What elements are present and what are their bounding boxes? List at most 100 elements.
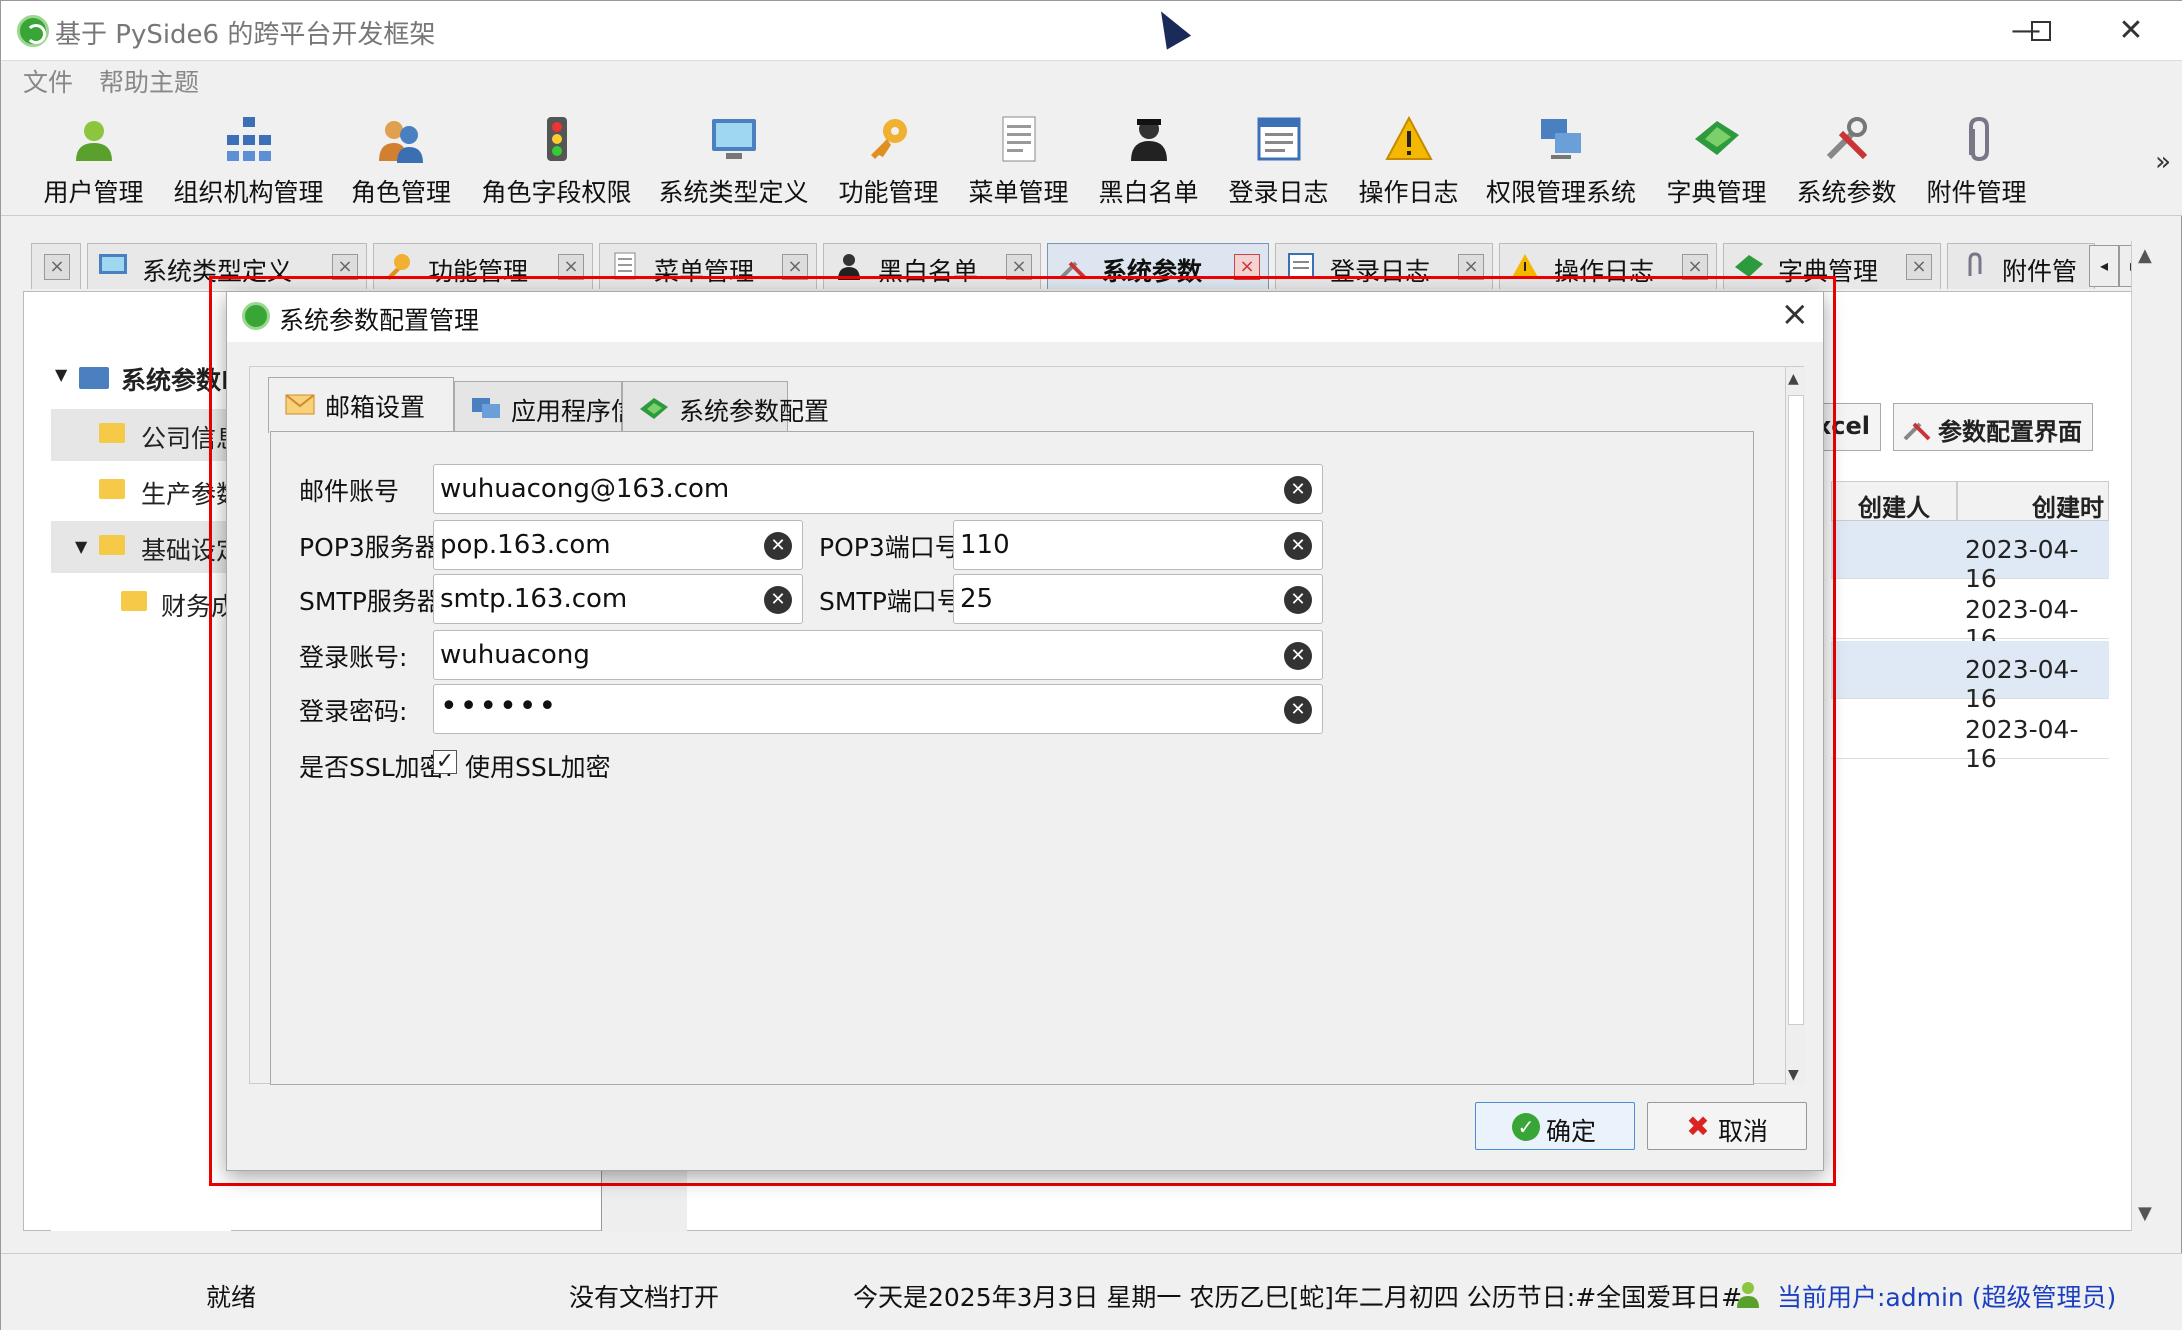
paperclip-icon	[1968, 252, 1982, 276]
pop3-server-label: POP3服务器:	[299, 533, 449, 562]
check-icon: ✓	[1512, 1113, 1540, 1141]
toolbar-permission-system[interactable]: 权限管理系统	[1481, 109, 1641, 209]
warning-icon	[1384, 115, 1433, 160]
app-logo-icon	[242, 302, 270, 330]
toolbar-blacklist[interactable]: 黑白名单	[1091, 109, 1206, 209]
login-password-input[interactable]: •••••• ✕	[433, 684, 1323, 734]
folder-icon	[99, 479, 125, 499]
toolbar-system-params[interactable]: 系统参数	[1789, 109, 1904, 209]
ssl-label: 是否SSL加密:	[299, 753, 454, 782]
pop3-port-label: POP3端口号:	[819, 533, 969, 562]
pop3-server-input[interactable]: pop.163.com ✕	[433, 520, 803, 570]
scroll-down-icon[interactable]: ▼	[2138, 1203, 2152, 1224]
clear-icon[interactable]: ✕	[1284, 642, 1312, 670]
param-config-button[interactable]: 参数配置界面	[1893, 403, 2093, 451]
folder-icon	[99, 535, 125, 555]
column-header-created-time[interactable]: 创建时	[1957, 481, 2109, 522]
user-icon	[1737, 1282, 1759, 1308]
toolbar-user-management[interactable]: 用户管理	[36, 109, 151, 209]
scroll-up-icon[interactable]: ▲	[2138, 245, 2152, 266]
menu-doc-icon	[1002, 116, 1035, 162]
scroll-down-icon[interactable]: ▼	[1788, 1067, 1799, 1083]
toolbar-overflow-icon[interactable]: »	[2155, 147, 2171, 177]
toolbar-org-management[interactable]: 组织机构管理	[171, 109, 326, 209]
table-cell	[1831, 701, 1957, 759]
ssl-checkbox[interactable]: ✓	[433, 750, 457, 774]
main-vertical-scrollbar[interactable]: ▲ ▼	[2131, 241, 2161, 1231]
maximize-button[interactable]	[2011, 9, 2071, 53]
toolbar-menu-management[interactable]: 菜单管理	[961, 109, 1076, 209]
smtp-port-input[interactable]: 25 ✕	[953, 574, 1323, 624]
tab-app-info[interactable]: 应用程序信息	[454, 381, 661, 433]
toolbar-attachment[interactable]: 附件管理	[1919, 109, 2034, 209]
menu-help[interactable]: 帮助主题	[99, 63, 199, 99]
clear-icon[interactable]: ✕	[1284, 532, 1312, 560]
tab-partial[interactable]: ×	[31, 243, 81, 289]
org-chart-icon	[226, 117, 271, 161]
pop3-port-input[interactable]: 110 ✕	[953, 520, 1323, 570]
clear-icon[interactable]: ✕	[764, 532, 792, 560]
toolbar-role-management[interactable]: 角色管理	[346, 109, 456, 209]
tab-system-param-config[interactable]: 系统参数配置	[622, 381, 829, 433]
clear-icon[interactable]: ✕	[764, 586, 792, 614]
folder-icon	[99, 423, 125, 443]
menu-file[interactable]: 文件	[23, 63, 73, 99]
status-ready: 就绪	[206, 1283, 257, 1312]
tab-attachment[interactable]: 附件管	[1947, 243, 2095, 289]
tree-root[interactable]: ▼ 系统参数E	[51, 351, 238, 403]
close-window-button[interactable]: ✕	[2101, 9, 2161, 53]
table-cell: 2023-04-16	[1957, 521, 2109, 593]
email-input[interactable]: wuhuacong@163.com ✕	[433, 464, 1323, 514]
dialog-title-bar: 系统参数配置管理 ×	[227, 292, 1823, 342]
dialog-body: 邮箱设置 应用程序信息 系统参数配置 邮件账号 wuhuacong@163.co…	[249, 366, 1805, 1085]
param-tree: ▼ 系统参数E 公司信息 生产参数 ▼ 基础设定 财务成	[51, 331, 241, 1231]
table-cell	[1831, 641, 1957, 699]
toolbar-operation-log[interactable]: 操作日志	[1351, 109, 1466, 209]
cancel-button[interactable]: ✖ 取消	[1647, 1102, 1807, 1150]
folder-blue-icon	[79, 367, 109, 389]
status-current-user[interactable]: 当前用户:admin (超级管理员)	[1777, 1278, 2116, 1314]
tab-mail-settings[interactable]: 邮箱设置	[268, 377, 454, 433]
scrollbar-thumb[interactable]	[1788, 395, 1804, 1025]
x-icon: ✖	[1686, 1110, 1710, 1143]
book-icon	[640, 398, 668, 419]
tab-close-icon[interactable]: ×	[44, 254, 70, 280]
smtp-server-label: SMTP服务器:	[299, 587, 451, 616]
network-icon	[472, 398, 500, 418]
app-logo-icon	[17, 15, 49, 47]
tree-item-production[interactable]: 生产参数	[51, 465, 241, 517]
status-date: 今天是2025年3月3日 星期一 农历乙巳[蛇]年二月初四 公历节日:#全国爱耳…	[853, 1283, 1743, 1312]
table-cell: 2023-04-16	[1957, 581, 2109, 653]
clear-icon[interactable]: ✕	[1284, 586, 1312, 614]
main-window: 基于 PySide6 的跨平台开发框架 — ✕ 文件 帮助主题 用户管理 组织机…	[0, 0, 2182, 1330]
column-header-creator[interactable]: 创建人	[1831, 481, 1957, 522]
title-bar: 基于 PySide6 的跨平台开发框架 — ✕	[1, 1, 2182, 61]
user-icon	[75, 121, 112, 161]
tree-item-finance[interactable]: 财务成	[51, 577, 236, 629]
smtp-server-input[interactable]: smtp.163.com ✕	[433, 574, 803, 624]
ssl-checkbox-label[interactable]: 使用SSL加密	[465, 748, 611, 784]
toolbar-dictionary[interactable]: 字典管理	[1659, 109, 1774, 209]
toolbar-system-type[interactable]: 系统类型定义	[656, 109, 811, 209]
expand-arrow-icon[interactable]: ▼	[55, 365, 67, 384]
toolbar-function-management[interactable]: 功能管理	[831, 109, 946, 209]
dialog-close-button[interactable]: ×	[1781, 294, 1810, 334]
table-cell: 2023-04-16	[1957, 701, 2109, 773]
expand-arrow-icon[interactable]: ▼	[75, 537, 87, 556]
toolbar-role-field-permission[interactable]: 角色字段权限	[479, 109, 634, 209]
status-document: 没有文档打开	[569, 1283, 720, 1312]
tab-close-icon[interactable]: ×	[1906, 254, 1932, 280]
dialog-vertical-scrollbar[interactable]: ▲ ▼	[1785, 367, 1805, 1085]
clear-icon[interactable]: ✕	[1284, 476, 1312, 504]
tree-item-company[interactable]: 公司信息	[51, 409, 241, 461]
table-cell	[1831, 521, 1957, 579]
clear-icon[interactable]: ✕	[1284, 696, 1312, 724]
tab-scroll-left-icon[interactable]: ◂	[2089, 245, 2119, 287]
toolbar-login-log[interactable]: 登录日志	[1221, 109, 1336, 209]
monitor-icon	[99, 254, 127, 274]
scroll-up-icon[interactable]: ▲	[1788, 371, 1799, 387]
login-account-input[interactable]: wuhuacong ✕	[433, 630, 1323, 680]
ok-button[interactable]: ✓ 确定	[1475, 1102, 1635, 1150]
menu-bar: 文件 帮助主题	[1, 61, 2182, 101]
tree-item-basic[interactable]: ▼ 基础设定	[51, 521, 241, 573]
